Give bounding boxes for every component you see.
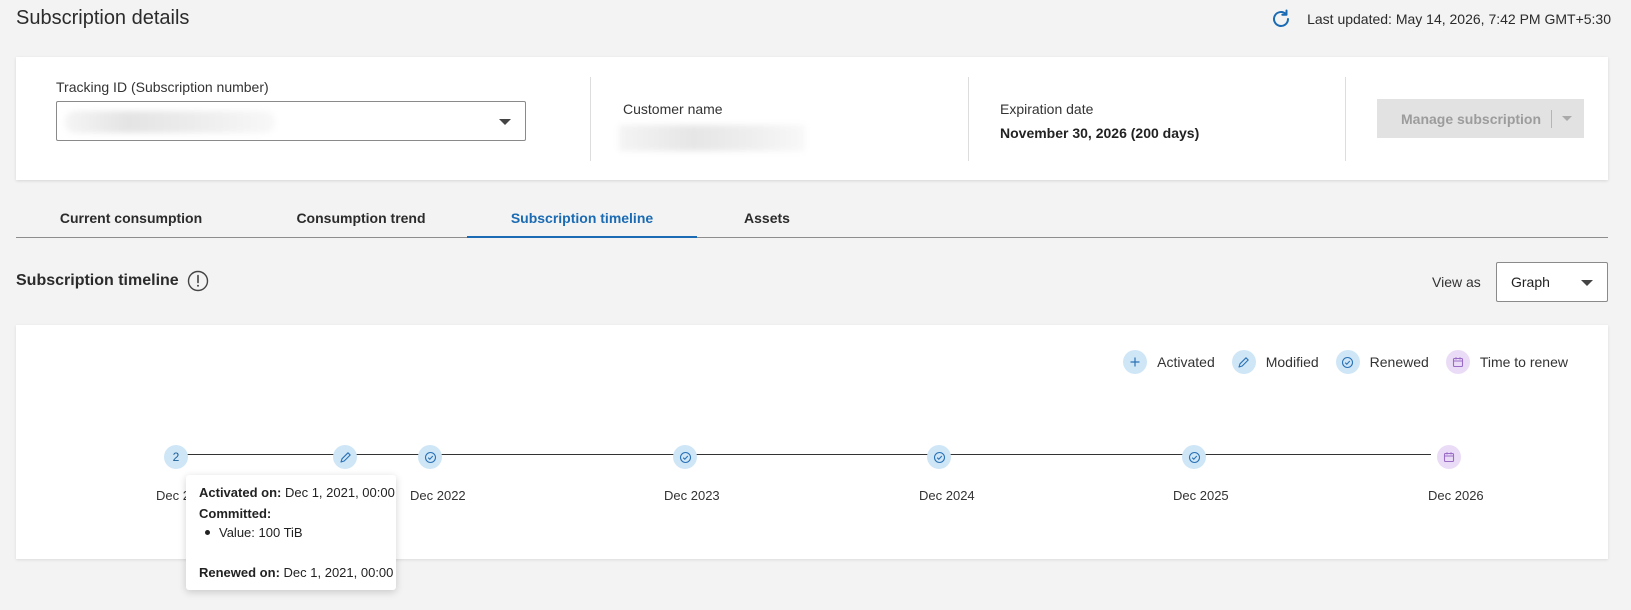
tracking-id-value-redacted <box>65 111 275 133</box>
timeline-event-renewed-marker[interactable] <box>927 445 951 469</box>
tracking-id-select[interactable] <box>56 101 526 141</box>
pencil-icon <box>339 451 351 463</box>
tooltip-renewed: Renewed on: Dec 1, 2021, 00:00 <box>199 565 393 580</box>
customer-name-redacted <box>619 125 805 151</box>
legend-renewed: Renewed <box>1335 350 1429 374</box>
tab-current-consumption[interactable]: Current consumption <box>16 199 246 237</box>
divider <box>1345 77 1346 161</box>
tab-subscription-timeline[interactable]: Subscription timeline <box>467 199 697 238</box>
expiration-value: November 30, 2026 (200 days) <box>1000 125 1200 141</box>
legend-label: Modified <box>1265 354 1319 370</box>
divider <box>590 77 591 161</box>
section-title: Subscription timeline <box>16 272 179 289</box>
plus-icon <box>1123 350 1148 374</box>
check-circle-icon <box>1335 350 1360 374</box>
timeline-tick-label: Dec 2024 <box>919 488 975 503</box>
legend-modified: Modified <box>1231 350 1319 374</box>
timeline-event-renewed-marker[interactable] <box>1182 445 1206 469</box>
timeline-tooltip: Activated on: Dec 1, 2021, 00:00 Committ… <box>186 475 396 590</box>
legend-time-to-renew: Time to renew <box>1445 350 1568 374</box>
timeline-tick-label: Dec 2026 <box>1428 488 1484 503</box>
timeline-event-modified-marker[interactable] <box>333 445 357 469</box>
view-as-value: Graph <box>1511 274 1550 290</box>
expiration-label: Expiration date <box>1000 101 1094 117</box>
timeline-event-time-to-renew-marker[interactable] <box>1437 445 1461 469</box>
timeline-tick-label: Dec 2023 <box>664 488 720 503</box>
last-updated: Last updated: May 14, 2026, 7:42 PM GMT+… <box>1269 7 1611 31</box>
chevron-down-icon <box>499 119 511 125</box>
check-circle-icon <box>679 451 691 463</box>
tab-assets[interactable]: Assets <box>697 199 837 237</box>
tooltip-committed: Committed: <box>199 506 271 521</box>
tooltip-activated: Activated on: Dec 1, 2021, 00:00 <box>199 485 395 500</box>
button-separator <box>1551 109 1552 128</box>
bullet-dot <box>205 530 210 535</box>
chevron-down-icon <box>1581 280 1593 286</box>
tooltip-renewed-label: Renewed on: <box>199 565 280 580</box>
legend-activated: Activated <box>1123 350 1215 374</box>
view-as-label: View as <box>1432 274 1481 290</box>
timeline-event-group-marker[interactable]: 2 <box>164 445 188 469</box>
legend-label: Time to renew <box>1479 354 1568 370</box>
tooltip-committed-label: Committed: <box>199 506 272 521</box>
page-title: Subscription details <box>16 7 190 29</box>
divider <box>968 77 969 161</box>
event-count: 2 <box>172 450 180 464</box>
tooltip-renewed-value: Dec 1, 2021, 00:00 <box>283 565 394 580</box>
timeline-event-renewed-marker[interactable] <box>418 445 442 469</box>
tracking-id-label: Tracking ID (Subscription number) <box>56 79 269 95</box>
tooltip-value-item: Value: 100 TiB <box>219 525 303 540</box>
customer-name-label: Customer name <box>623 101 723 117</box>
legend-label: Activated <box>1157 354 1215 370</box>
chevron-down-icon[interactable] <box>1562 116 1572 121</box>
legend-label: Renewed <box>1369 354 1429 370</box>
last-updated-text: Last updated: May 14, 2026, 7:42 PM GMT+… <box>1307 11 1611 27</box>
timeline-axis-line <box>176 454 1431 455</box>
view-as-select[interactable]: Graph <box>1496 262 1608 302</box>
refresh-icon[interactable] <box>1269 7 1293 31</box>
pencil-icon <box>1231 350 1256 374</box>
tab-bar: Current consumption Consumption trend Su… <box>16 199 1608 238</box>
calendar-icon <box>1443 452 1455 463</box>
tooltip-activated-label: Activated on: <box>199 485 282 500</box>
subscription-info-card: Tracking ID (Subscription number) Custom… <box>16 57 1608 180</box>
calendar-icon <box>1445 350 1470 374</box>
timeline-legend: Activated Modified Renewed Time to renew <box>1106 350 1568 374</box>
tab-consumption-trend[interactable]: Consumption trend <box>246 199 476 237</box>
manage-subscription-button[interactable]: Manage subscription <box>1377 99 1584 138</box>
manage-subscription-label: Manage subscription <box>1401 110 1542 127</box>
check-circle-icon <box>1188 451 1200 463</box>
timeline-tick-label: Dec 2 <box>156 488 190 503</box>
timeline-tick-label: Dec 2022 <box>410 488 466 503</box>
info-icon[interactable] <box>187 270 209 292</box>
check-circle-icon <box>424 451 436 463</box>
check-circle-icon <box>933 451 945 463</box>
tooltip-activated-value: Dec 1, 2021, 00:00 <box>284 485 395 500</box>
timeline-event-renewed-marker[interactable] <box>673 445 697 469</box>
timeline-tick-label: Dec 2025 <box>1173 488 1229 503</box>
